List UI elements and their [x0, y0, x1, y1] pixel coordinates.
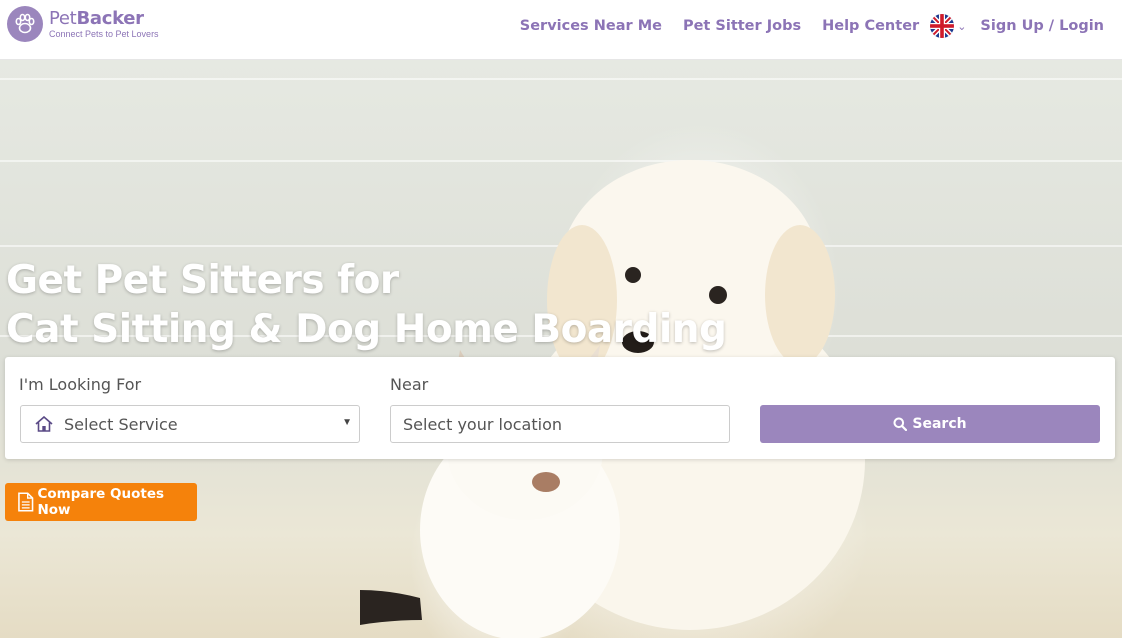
nav-help-center[interactable]: Help Center — [822, 18, 919, 34]
sign-up-login-link[interactable]: Sign Up / Login — [980, 18, 1104, 34]
brand-name-part2: Backer — [76, 7, 144, 29]
brand-tagline: Connect Pets to Pet Lovers — [49, 28, 159, 39]
hero-title-line-2: Cat Sitting & Dog Home Boarding — [6, 307, 727, 352]
uk-flag-icon — [930, 14, 955, 38]
language-selector[interactable]: ⌄ — [930, 14, 966, 38]
search-button[interactable]: Search — [760, 405, 1100, 443]
location-input[interactable] — [390, 405, 730, 443]
near-label: Near — [390, 375, 429, 394]
select-caret-icon: ▼ — [342, 417, 352, 428]
search-button-label: Search — [912, 416, 967, 432]
compare-quotes-label: Compare Quotes Now — [37, 486, 165, 518]
service-select[interactable]: Select Service ▼ — [20, 405, 360, 443]
chevron-down-icon: ⌄ — [957, 20, 967, 33]
hero-title: Get Pet Sitters for Cat Sitting & Dog Ho… — [6, 256, 727, 354]
service-label: I'm Looking For — [19, 375, 142, 394]
top-navbar: PetBacker Connect Pets to Pet Lovers Ser… — [0, 0, 1122, 60]
brand-name: PetBacker — [49, 7, 159, 29]
hero-section: Get Pet Sitters for Cat Sitting & Dog Ho… — [0, 60, 1122, 638]
search-icon — [893, 417, 908, 431]
service-select-value: Select Service — [64, 414, 178, 434]
brand-name-part1: Pet — [49, 7, 77, 29]
nav-services-near-me[interactable]: Services Near Me — [520, 18, 662, 34]
compare-quotes-button[interactable]: Compare Quotes Now — [5, 483, 197, 521]
paw-logo-icon — [7, 6, 43, 42]
document-icon — [18, 492, 34, 512]
hero-title-line-1: Get Pet Sitters for — [6, 258, 399, 303]
wall-plank-line — [0, 78, 1122, 80]
main-nav: Services Near Me Pet Sitter Jobs Help Ce… — [499, 0, 1104, 52]
petbacker-logo[interactable]: PetBacker Connect Pets to Pet Lovers — [7, 6, 159, 42]
nav-pet-sitter-jobs[interactable]: Pet Sitter Jobs — [683, 18, 801, 34]
home-icon — [35, 416, 53, 432]
search-panel: I'm Looking For Select Service ▼ Near Se… — [5, 357, 1115, 459]
